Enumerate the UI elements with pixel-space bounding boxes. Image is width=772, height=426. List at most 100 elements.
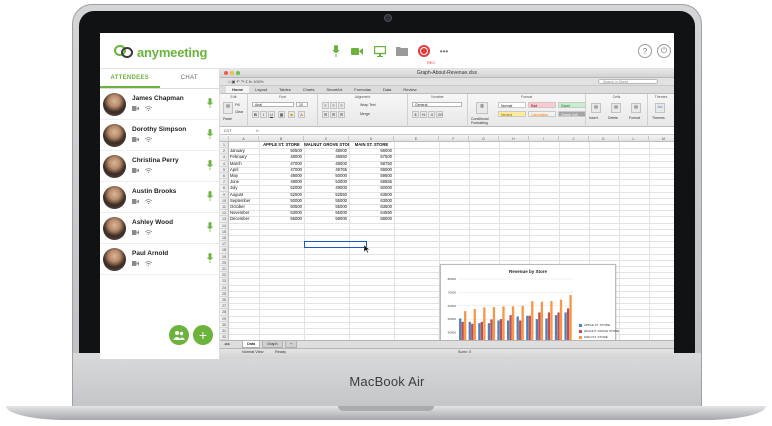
clear-button[interactable]: Clear — [235, 110, 243, 114]
cell-style-check-cell[interactable]: Check Cell — [558, 111, 586, 117]
conditional-formatting-icon[interactable]: ▥ — [476, 102, 488, 114]
sheet-search-input[interactable]: Search in Sheet — [598, 79, 658, 84]
bar — [499, 319, 503, 340]
ribbon-tab-data[interactable]: Data — [377, 86, 397, 93]
cell-style-normal[interactable]: Normal — [498, 102, 526, 108]
attendee-microphone-icon[interactable] — [207, 129, 213, 141]
attendee-row[interactable]: Ashley Wood — [100, 213, 219, 244]
align-left-button[interactable]: ☰ — [322, 111, 329, 118]
value-cell[interactable]: 68000 — [350, 216, 394, 222]
themes-icon[interactable]: Aa — [655, 103, 665, 113]
add-sheet-button[interactable]: + — [285, 341, 298, 348]
bold-button[interactable]: B — [252, 111, 259, 118]
fill-color-button[interactable]: ◆ — [288, 111, 295, 118]
spreadsheet-grid[interactable]: A B C D E F G H I J K L M 1 2 3 4 5 6 7 8 9 10 11 12 13 14 15 16 17 18… — [220, 136, 674, 340]
fill-button[interactable]: Fill — [235, 103, 239, 107]
column-header[interactable]: I — [529, 136, 559, 142]
currency-button[interactable]: $ — [412, 111, 419, 118]
microphone-button[interactable] — [328, 43, 344, 59]
attendee-row[interactable]: James Chapman — [100, 89, 219, 120]
conditional-formatting-button[interactable]: Conditional Formatting — [471, 117, 495, 125]
attendee-row[interactable]: Christina Perry — [100, 151, 219, 182]
attendee-row[interactable]: Dorothy Simpson — [100, 120, 219, 151]
font-size-select[interactable]: 10 — [296, 102, 308, 107]
ribbon-tab-layout[interactable]: Layout — [249, 86, 273, 93]
tab-attendees[interactable]: ATTENDEES — [100, 69, 160, 88]
align-middle-button[interactable]: ≡ — [330, 102, 337, 109]
format-cells-button[interactable]: Format — [629, 116, 640, 120]
wrap-text-button[interactable]: Wrap Text — [360, 103, 376, 107]
italic-button[interactable]: I — [260, 111, 267, 118]
cell-style-good[interactable]: Good — [558, 102, 586, 108]
paste-icon[interactable]: ▤ — [223, 102, 233, 114]
column-header[interactable]: E — [394, 136, 439, 142]
add-button[interactable]: + — [193, 325, 213, 345]
format-cells-icon[interactable]: ▤ — [631, 103, 641, 113]
view-mode[interactable]: Normal View — [242, 349, 263, 356]
screen-share-button[interactable] — [372, 43, 388, 59]
revenue-chart[interactable]: Revenue by Store 01000020000300004000050… — [440, 264, 619, 340]
cell-style-calculation[interactable]: Calculation — [528, 111, 556, 117]
column-header[interactable]: H — [499, 136, 529, 142]
themes-button[interactable]: Themes — [652, 116, 665, 120]
align-bottom-button[interactable]: ≡ — [338, 102, 345, 109]
cell-reference-box[interactable]: C17 — [224, 127, 250, 135]
insert-cells-button[interactable]: Insert — [589, 116, 598, 120]
attendee-microphone-icon[interactable] — [207, 253, 213, 265]
value-cell[interactable]: 58000 — [305, 216, 349, 222]
invite-button[interactable] — [169, 325, 189, 345]
attendee-microphone-icon[interactable] — [207, 160, 213, 172]
files-button[interactable] — [394, 43, 410, 59]
tab-chat[interactable]: CHAT — [160, 69, 220, 88]
ribbon-tab-tables[interactable]: Tables — [273, 86, 297, 93]
ribbon-tab-review[interactable]: Review — [397, 86, 422, 93]
attendee-row[interactable]: Austin Brooks — [100, 182, 219, 213]
underline-button[interactable]: U — [268, 111, 275, 118]
attendee-microphone-icon[interactable] — [207, 98, 213, 110]
font-color-button[interactable]: A — [298, 111, 305, 118]
column-header[interactable]: K — [589, 136, 619, 142]
month-cell[interactable]: December — [230, 216, 259, 222]
number-format-select[interactable]: General — [412, 102, 462, 107]
sheet-nav-arrows[interactable]: ◀ ▶ — [224, 342, 230, 346]
leave-meeting-button[interactable]: ⏻ — [656, 43, 672, 59]
selected-cell[interactable] — [304, 241, 367, 249]
percent-button[interactable]: % — [420, 111, 427, 118]
align-top-button[interactable]: ≡ — [322, 102, 329, 109]
more-options-button[interactable]: ••• — [436, 43, 452, 59]
cell-style-bad[interactable]: Bad — [528, 102, 556, 108]
attendee-microphone-icon[interactable] — [207, 222, 213, 234]
sheet-tab-data[interactable]: Data — [242, 341, 261, 348]
borders-button[interactable]: ▦ — [278, 111, 285, 118]
column-header[interactable]: F — [439, 136, 469, 142]
attendee-row[interactable]: Paul Arnold — [100, 244, 219, 275]
cell-style-neutral[interactable]: Neutral — [498, 111, 526, 117]
help-button[interactable]: ? — [637, 43, 653, 59]
align-right-button[interactable]: ☰ — [338, 111, 345, 118]
camera-button[interactable] — [349, 43, 365, 59]
formula-icon[interactable]: fx — [256, 127, 259, 135]
cells-group: Cells ▤ ▤ ▤ Insert Delete Format — [586, 94, 648, 127]
insert-cells-icon[interactable]: ▤ — [591, 103, 601, 113]
delete-cells-icon[interactable]: ▤ — [611, 103, 621, 113]
record-button[interactable] — [416, 43, 432, 59]
font-name-select[interactable]: Arial — [252, 102, 294, 107]
ribbon-tab-formulas[interactable]: Formulas — [348, 86, 377, 93]
decrease-decimal-button[interactable]: .0 — [428, 111, 435, 118]
increase-decimal-button[interactable]: .00 — [436, 111, 443, 118]
ribbon-tab-home[interactable]: Home — [226, 86, 250, 93]
merge-button[interactable]: Merge — [360, 112, 370, 116]
column-header[interactable]: J — [559, 136, 589, 142]
quick-access-tools[interactable]: ⌂ ▣ ↶ ↷ Σ fx 100% — [228, 79, 263, 84]
align-center-button[interactable]: ☰ — [330, 111, 337, 118]
column-header[interactable]: M — [649, 136, 674, 142]
ribbon-tab-smartart[interactable]: SmartArt — [320, 86, 348, 93]
value-cell[interactable]: 55000 — [260, 216, 304, 222]
ribbon-tab-charts[interactable]: Charts — [297, 86, 321, 93]
attendee-microphone-icon[interactable] — [207, 191, 213, 203]
column-header[interactable]: G — [469, 136, 499, 142]
column-header[interactable]: A — [229, 136, 259, 142]
column-header[interactable]: L — [619, 136, 649, 142]
sheet-tab-graph[interactable]: Graph — [262, 341, 283, 348]
delete-cells-button[interactable]: Delete — [608, 116, 618, 120]
